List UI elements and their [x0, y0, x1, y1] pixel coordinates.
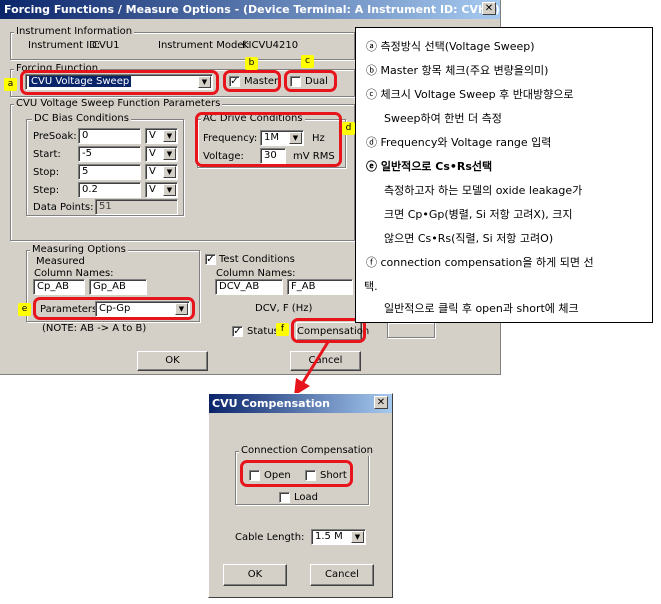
marker-a: a	[4, 78, 17, 91]
step-unit-select[interactable]: V ▼	[145, 182, 178, 198]
marker-c: c	[301, 55, 314, 68]
note-line-a: ⓐ 측정방식 선택(Voltage Sweep)	[366, 40, 535, 53]
data-points-value: 51	[95, 199, 178, 215]
start-unit-select[interactable]: V ▼	[145, 146, 178, 162]
note-line-c: ⓒ 체크시 Voltage Sweep 후 반대방향으로	[366, 88, 574, 101]
test-col1-input[interactable]: DCV_AB	[215, 279, 283, 295]
load-label: Load	[294, 492, 318, 503]
marker-e: e	[18, 303, 31, 316]
test-conditions-label: Test Conditions	[219, 254, 295, 265]
ok-button[interactable]: OK	[137, 351, 208, 371]
test-col2-input[interactable]: F_AB	[287, 279, 353, 295]
start-input[interactable]: -5	[78, 146, 141, 162]
compensation-dialog-title: CVU Compensation	[209, 394, 392, 413]
chevron-down-icon[interactable]: ▼	[163, 148, 176, 160]
compensation-ok-button[interactable]: OK	[223, 564, 287, 586]
measured-col1-input[interactable]: Cp_AB	[33, 279, 85, 295]
note-line-c2: Sweep하여 한번 더 측정	[384, 112, 502, 125]
instrument-model-value: KICVU4210	[242, 40, 299, 51]
note-line-d: ⓓ Frequency와 Voltage range 입력	[366, 136, 552, 149]
marker-b: b	[245, 57, 258, 70]
measured-col2-input[interactable]: Gp_AB	[89, 279, 147, 295]
presoak-label: PreSoak:	[33, 131, 77, 142]
chevron-down-icon[interactable]: ▼	[163, 166, 176, 178]
status-checkbox[interactable]: ✓	[232, 326, 243, 337]
note-line-b: ⓑ Master 항목 체크(주요 변량을의미)	[366, 64, 549, 77]
window-title: Forcing Functions / Measure Options - (D…	[0, 0, 500, 19]
instrument-info-label: Instrument Information	[14, 26, 135, 37]
load-checkbox[interactable]	[279, 492, 290, 503]
stop-unit: V	[149, 166, 156, 177]
highlight-ac-drive	[195, 112, 342, 167]
instrument-model-label: Instrument Model:	[158, 40, 250, 51]
instrument-id-label: Instrument ID:	[28, 40, 101, 51]
note-line-f3: 일반적으로 클릭 후 open과 short에 체크	[384, 302, 579, 315]
start-label: Start:	[33, 149, 61, 160]
highlight-open-short	[240, 460, 353, 487]
stop-unit-select[interactable]: V ▼	[145, 164, 178, 180]
annotation-notes-box: ⓐ 측정방식 선택(Voltage Sweep) ⓑ Master 항목 체크(…	[355, 27, 653, 323]
compensation-cancel-button[interactable]: Cancel	[310, 564, 374, 586]
highlight-forcing-function	[20, 70, 219, 95]
data-points-label: Data Points:	[33, 202, 94, 213]
step-input[interactable]: 0.2	[78, 182, 141, 198]
stop-input[interactable]: 5	[78, 164, 141, 180]
status-label: Status	[247, 326, 279, 337]
ab-note: (NOTE: AB -> A to B)	[42, 323, 147, 334]
test-column-names-label: Column Names:	[216, 268, 296, 279]
arrow-to-dialog	[294, 341, 330, 396]
close-icon[interactable]: ✕	[482, 2, 496, 15]
highlight-dual	[284, 70, 337, 92]
sweep-params-label: CVU Voltage Sweep Function Parameters	[14, 98, 223, 109]
highlight-parameters	[33, 297, 195, 320]
chevron-down-icon[interactable]: ▼	[163, 130, 176, 142]
step-unit: V	[149, 184, 156, 195]
connection-compensation-label: Connection Compensation	[239, 445, 375, 456]
cable-length-value: 1.5 M	[315, 531, 343, 542]
cvu-compensation-dialog: CVU Compensation ✕ Connection Compensati…	[208, 393, 393, 598]
measuring-options-label: Measuring Options	[30, 244, 128, 255]
marker-d: d	[342, 122, 355, 135]
cable-length-label: Cable Length:	[235, 532, 305, 543]
presoak-unit-select[interactable]: V ▼	[145, 128, 178, 144]
note-line-e: ⓔ 일반적으로 Cs•Rs선택	[366, 160, 493, 173]
note-line-e4: 않으면 Cs•Rs(직렬, Si 저항 고려O)	[384, 232, 554, 245]
instrument-id-value: CVU1	[92, 40, 120, 51]
presoak-input[interactable]: 0	[78, 128, 141, 144]
side-panel-stub	[387, 322, 435, 338]
note-line-f2: 택.	[364, 280, 378, 293]
note-line-e2: 측정하고자 하는 모델의 oxide leakage가	[384, 184, 583, 197]
highlight-master	[223, 70, 281, 92]
presoak-unit: V	[149, 130, 156, 141]
dc-bias-label: DC Bias Conditions	[32, 113, 131, 124]
test-conditions-checkbox[interactable]: ✓	[205, 254, 216, 265]
step-label: Step:	[33, 185, 60, 196]
chevron-down-icon[interactable]: ▼	[163, 184, 176, 196]
marker-f: f	[276, 323, 289, 336]
measured-label: Measured	[34, 256, 87, 267]
measured-column-names-label: Column Names:	[34, 268, 114, 279]
note-line-f: ⓕ connection compensation을 하게 되면 선	[366, 256, 594, 269]
stop-label: Stop:	[33, 167, 60, 178]
close-icon[interactable]: ✕	[374, 396, 388, 409]
start-unit: V	[149, 148, 156, 159]
test-units-text: DCV, F (Hz)	[255, 303, 313, 314]
note-line-e3: 크면 Cp•Gp(병렬, Si 저항 고려X), 크지	[384, 208, 573, 221]
cable-length-select[interactable]: 1.5 M ▼	[311, 529, 366, 545]
chevron-down-icon[interactable]: ▼	[351, 531, 364, 543]
